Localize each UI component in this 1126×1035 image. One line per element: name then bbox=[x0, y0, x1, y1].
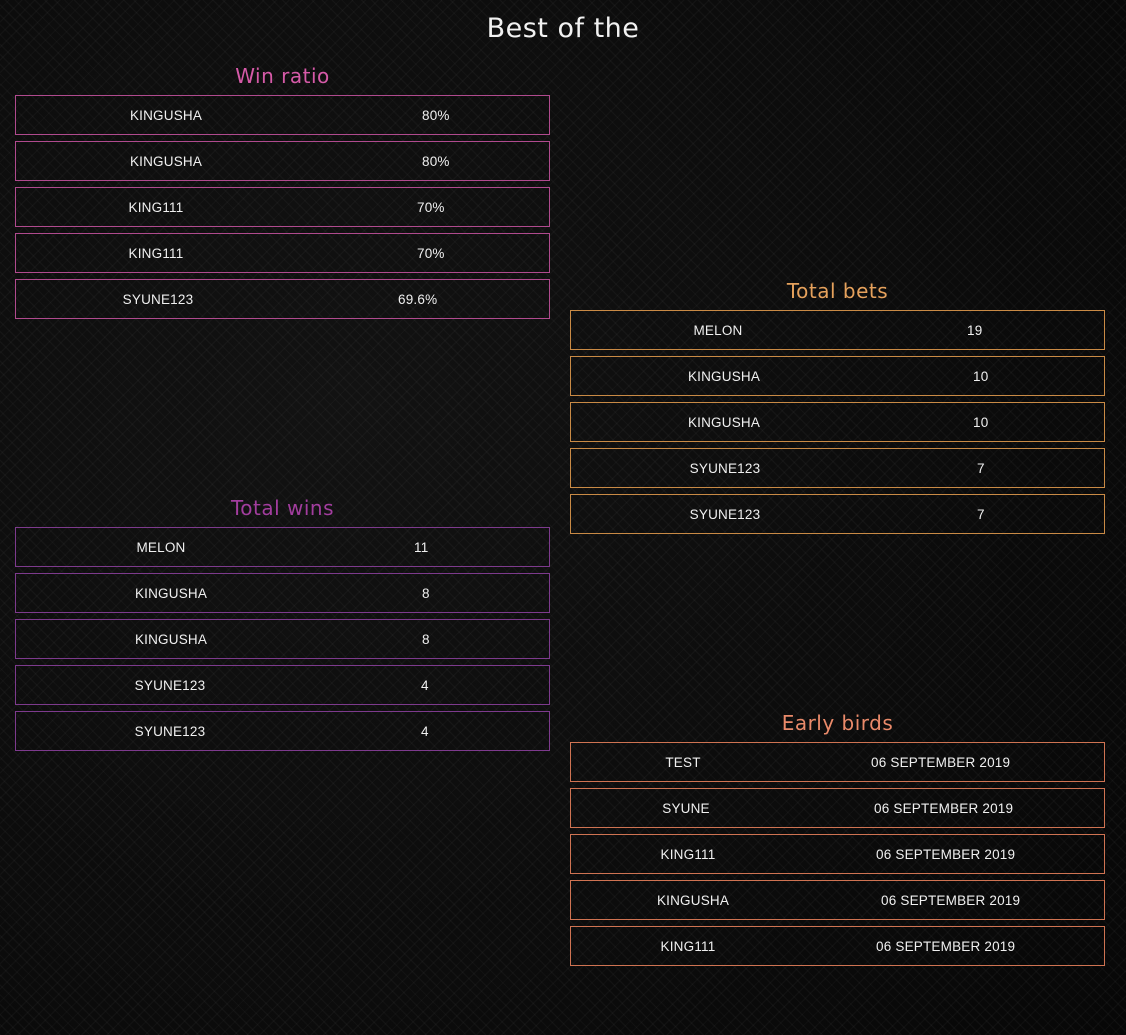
leaderboard-row: KINGUSHA 10 bbox=[570, 356, 1105, 396]
player-name: KING111 bbox=[660, 847, 716, 862]
player-name: KINGUSHA bbox=[687, 415, 761, 430]
player-name: SYUNE123 bbox=[689, 507, 761, 522]
join-date-value: 06 SEPTEMBER 2019 bbox=[871, 755, 1011, 770]
leaderboard-row: SYUNE123 7 bbox=[570, 448, 1105, 488]
join-date-value: 06 SEPTEMBER 2019 bbox=[876, 847, 1016, 862]
early-birds-title: Early birds bbox=[781, 711, 894, 735]
win-ratio-value: 80% bbox=[422, 108, 450, 123]
leaderboard-row: MELON 11 bbox=[15, 527, 550, 567]
total-bets-value: 7 bbox=[977, 507, 985, 522]
leaderboard-row: KINGUSHA 80% bbox=[15, 95, 550, 135]
leaderboard-row: KINGUSHA 8 bbox=[15, 573, 550, 613]
total-bets-value: 10 bbox=[973, 369, 989, 384]
total-bets-value: 19 bbox=[967, 323, 983, 338]
win-ratio-section: Win ratio KINGUSHA 80% KINGUSHA 80% KING… bbox=[15, 62, 550, 325]
leaderboard-row: KINGUSHA 10 bbox=[570, 402, 1105, 442]
player-name: SYUNE bbox=[662, 801, 710, 816]
player-name: SYUNE123 bbox=[134, 678, 206, 693]
leaderboard-row: MELON 19 bbox=[570, 310, 1105, 350]
win-ratio-value: 70% bbox=[417, 200, 445, 215]
total-bets-value: 7 bbox=[977, 461, 985, 476]
total-bets-value: 10 bbox=[973, 415, 989, 430]
leaderboard-row: KING111 70% bbox=[15, 233, 550, 273]
win-ratio-title: Win ratio bbox=[235, 64, 330, 88]
player-name: MELON bbox=[136, 540, 186, 555]
player-name: KING111 bbox=[660, 939, 716, 954]
leaderboard-row: KING111 70% bbox=[15, 187, 550, 227]
leaderboard-row: KINGUSHA 80% bbox=[15, 141, 550, 181]
player-name: MELON bbox=[693, 323, 743, 338]
leaderboard-row: SYUNE123 7 bbox=[570, 494, 1105, 534]
join-date-value: 06 SEPTEMBER 2019 bbox=[881, 893, 1021, 908]
player-name: KINGUSHA bbox=[656, 893, 730, 908]
player-name: KING111 bbox=[128, 200, 184, 215]
player-name: KINGUSHA bbox=[134, 586, 208, 601]
win-ratio-value: 80% bbox=[422, 154, 450, 169]
page-title: Best of the bbox=[486, 13, 640, 44]
join-date-value: 06 SEPTEMBER 2019 bbox=[874, 801, 1014, 816]
player-name: KINGUSHA bbox=[687, 369, 761, 384]
total-wins-value: 8 bbox=[422, 586, 430, 601]
total-bets-title: Total bets bbox=[786, 279, 889, 303]
total-wins-value: 8 bbox=[422, 632, 430, 647]
leaderboard-row: KINGUSHA 06 SEPTEMBER 2019 bbox=[570, 880, 1105, 920]
player-name: SYUNE123 bbox=[689, 461, 761, 476]
win-ratio-value: 70% bbox=[417, 246, 445, 261]
player-name: KINGUSHA bbox=[129, 108, 203, 123]
leaderboard-row: SYUNE123 4 bbox=[15, 711, 550, 751]
total-wins-section: Total wins MELON 11 KINGUSHA 8 KINGUSHA … bbox=[15, 494, 550, 757]
player-name: KING111 bbox=[128, 246, 184, 261]
player-name: SYUNE123 bbox=[122, 292, 194, 307]
leaderboard-row: SYUNE123 4 bbox=[15, 665, 550, 705]
early-birds-section: Early birds TEST 06 SEPTEMBER 2019 SYUNE… bbox=[570, 709, 1105, 972]
player-name: SYUNE123 bbox=[134, 724, 206, 739]
total-wins-value: 4 bbox=[421, 678, 429, 693]
player-name: KINGUSHA bbox=[134, 632, 208, 647]
player-name: TEST bbox=[665, 755, 701, 770]
player-name: KINGUSHA bbox=[129, 154, 203, 169]
leaderboard-row: KINGUSHA 8 bbox=[15, 619, 550, 659]
leaderboard-row: KING111 06 SEPTEMBER 2019 bbox=[570, 834, 1105, 874]
leaderboard-row: KING111 06 SEPTEMBER 2019 bbox=[570, 926, 1105, 966]
leaderboard-row: SYUNE123 69.6% bbox=[15, 279, 550, 319]
leaderboard-row: SYUNE 06 SEPTEMBER 2019 bbox=[570, 788, 1105, 828]
total-wins-title: Total wins bbox=[230, 496, 335, 520]
total-bets-section: Total bets MELON 19 KINGUSHA 10 KINGUSHA… bbox=[570, 277, 1105, 540]
join-date-value: 06 SEPTEMBER 2019 bbox=[876, 939, 1016, 954]
leaderboard-row: TEST 06 SEPTEMBER 2019 bbox=[570, 742, 1105, 782]
